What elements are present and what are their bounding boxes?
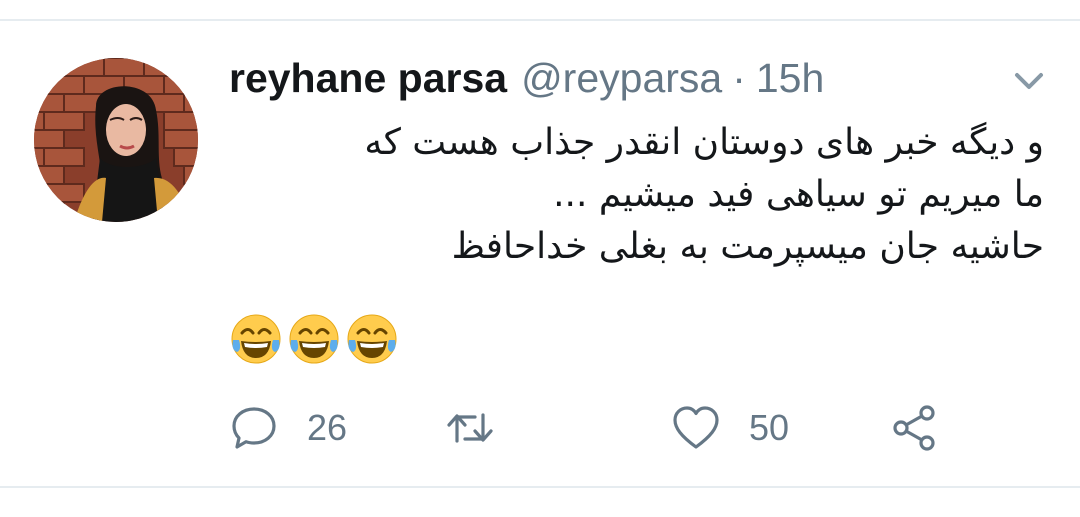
emoji-row <box>229 312 399 366</box>
reply-button[interactable]: 26 <box>229 400 347 456</box>
tweet-actions: 26 50 <box>229 400 989 456</box>
reply-count: 26 <box>307 407 348 448</box>
avatar-image <box>34 58 198 222</box>
retweet-icon <box>447 413 493 443</box>
tweet-text-line: حاشیه جان میسپرمت به بغلی خداحافظ <box>451 226 1044 267</box>
top-divider <box>0 19 1080 21</box>
tweet-text-line: ما میریم تو سیاهی فید میشیم ... <box>553 174 1044 215</box>
tears-of-joy-emoji-icon <box>347 314 397 364</box>
reply-icon <box>232 407 276 449</box>
tears-of-joy-emoji-icon <box>231 314 281 364</box>
retweet-button[interactable] <box>445 400 523 456</box>
bottom-divider <box>0 486 1080 488</box>
tears-of-joy-emoji-icon <box>289 314 339 364</box>
tweet-body: و دیگه خبر های دوستان انقدر جذاب هست که … <box>229 117 1044 273</box>
separator-dot: · <box>732 55 746 101</box>
tweet-text-line: و دیگه خبر های دوستان انقدر جذاب هست که <box>364 122 1044 163</box>
like-count: 50 <box>749 407 790 448</box>
tweet-header: reyhane parsa @reyparsa · 15h <box>229 55 824 107</box>
author-name[interactable]: reyhane parsa <box>229 55 507 102</box>
heart-icon <box>673 406 719 449</box>
timestamp[interactable]: 15h <box>756 55 824 102</box>
author-handle[interactable]: @reyparsa <box>521 55 722 102</box>
share-button[interactable] <box>889 400 939 456</box>
like-button[interactable]: 50 <box>671 400 789 456</box>
chevron-down-icon[interactable] <box>1010 62 1048 100</box>
share-icon <box>893 405 935 451</box>
avatar[interactable] <box>34 58 198 222</box>
